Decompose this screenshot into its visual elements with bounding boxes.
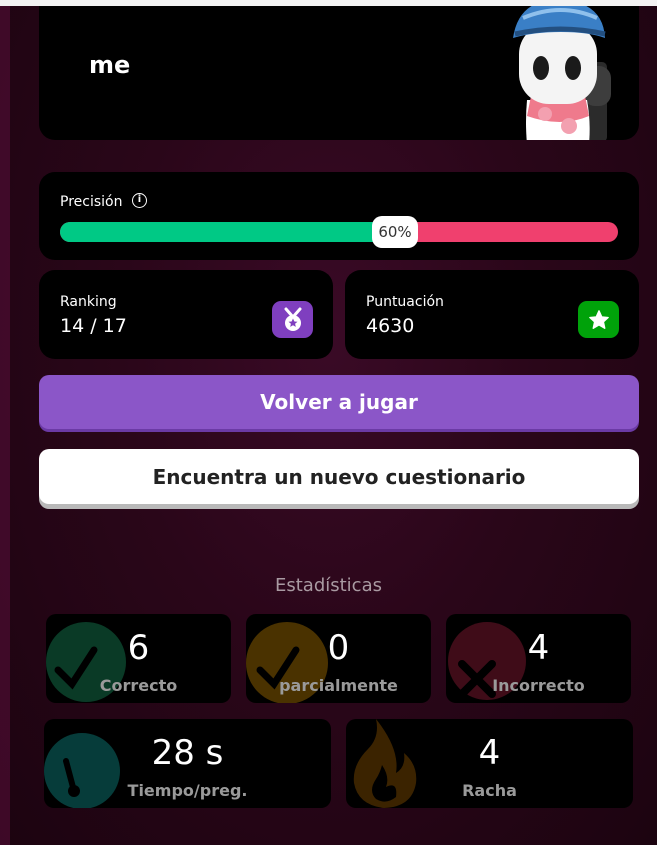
time-label: Tiempo/preg.: [127, 781, 248, 800]
ranking-card: Ranking 14 / 17: [39, 270, 333, 359]
accuracy-card: Precisión i 60%: [39, 172, 639, 260]
streak-value: 4: [478, 733, 501, 773]
accuracy-percent: 60%: [372, 216, 418, 248]
ranking-label: Ranking: [60, 294, 117, 310]
play-again-button[interactable]: Volver a jugar: [39, 375, 639, 429]
streak-label: Racha: [462, 781, 517, 800]
svg-text:8: 8: [551, 125, 562, 140]
info-icon[interactable]: i: [132, 193, 147, 208]
stat-streak: 4 Racha: [346, 719, 633, 808]
find-new-quiz-button[interactable]: Encuentra un nuevo cuestionario: [39, 449, 639, 504]
score-label: Puntuación: [366, 294, 444, 310]
accuracy-bar: [60, 222, 618, 242]
partial-count: 0: [327, 628, 350, 668]
stat-partial: 0 parcialmente: [246, 614, 431, 703]
ranking-value: 14 / 17: [60, 315, 127, 337]
left-edge: [0, 6, 10, 845]
stat-incorrect: 4 Incorrecto: [446, 614, 631, 703]
medal-icon: [272, 301, 313, 338]
incorrect-count: 4: [527, 628, 550, 668]
star-icon: [578, 301, 619, 338]
player-name: me: [89, 51, 131, 79]
correct-label: Correcto: [99, 676, 178, 695]
partial-label: parcialmente: [279, 676, 398, 695]
accuracy-label: Precisión: [60, 194, 123, 210]
score-value: 4630: [366, 315, 415, 337]
stat-time-per-question: 28 s Tiempo/preg.: [44, 719, 331, 808]
score-card: Puntuación 4630: [345, 270, 639, 359]
stats-title: Estadísticas: [274, 575, 382, 596]
player-avatar: 8: [513, 6, 611, 140]
accuracy-bar-fill: [60, 222, 395, 242]
stat-correct: 6 Correcto: [46, 614, 231, 703]
correct-count: 6: [127, 628, 150, 668]
time-value: 28 s: [151, 733, 224, 773]
incorrect-label: Incorrecto: [492, 676, 585, 695]
player-card: me 8: [39, 6, 639, 140]
